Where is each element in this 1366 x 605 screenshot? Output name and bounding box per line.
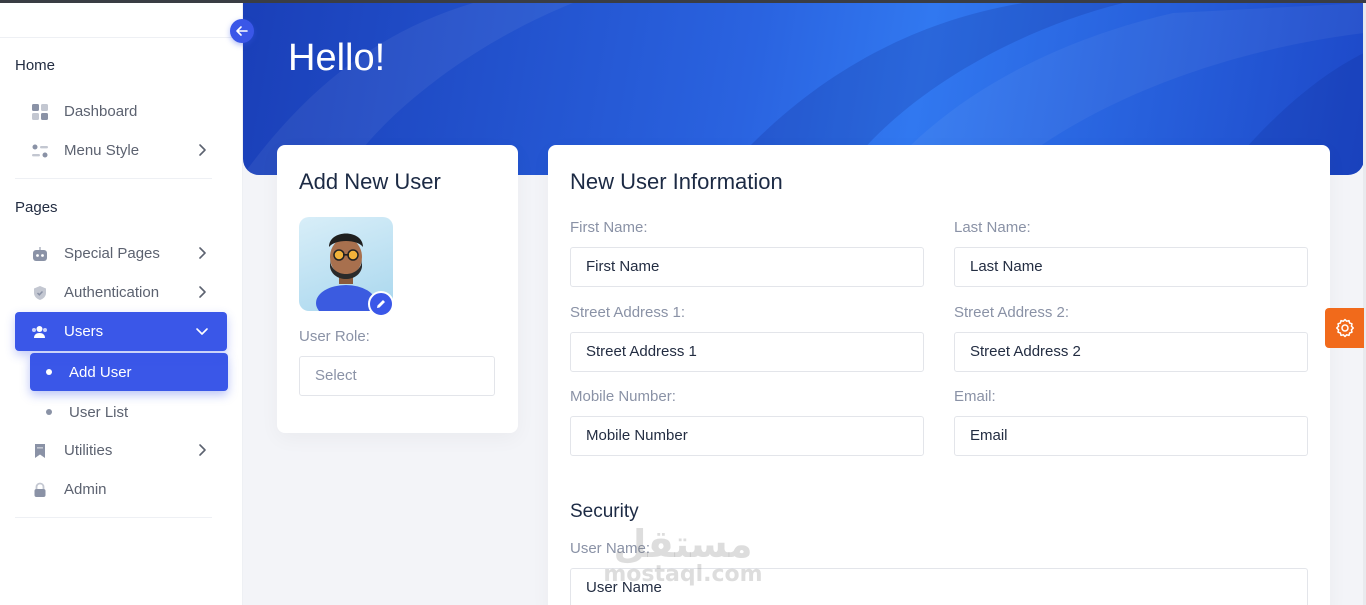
sidebar-collapse-button[interactable]	[230, 19, 254, 43]
shield-icon	[31, 284, 48, 301]
page-title: Hello!	[288, 37, 386, 79]
sidebar-item-label: Menu Style	[64, 142, 140, 159]
user-role-label: User Role:	[299, 328, 370, 345]
sidebar-item-admin[interactable]: Admin	[15, 470, 227, 509]
pencil-icon	[377, 300, 385, 308]
sidebar-subitem-label: Add User	[69, 363, 132, 381]
street-address-1-label: Street Address 1:	[570, 304, 686, 321]
card-title: New User Information	[570, 169, 783, 194]
sidebar-item-label: Users	[64, 323, 104, 340]
window-top-strip	[0, 0, 1366, 3]
sidebar-item-menu-style[interactable]: Menu Style	[15, 131, 227, 170]
grid-icon	[31, 103, 48, 120]
sidebar-subitem-label: User List	[69, 403, 129, 421]
sidebar-item-users[interactable]: Users	[15, 312, 227, 351]
watermark-latin: mostaql.com	[603, 562, 763, 587]
users-icon	[31, 323, 48, 340]
gear-icon	[1335, 318, 1354, 338]
bookmark-icon	[31, 442, 48, 459]
card-title: Add New User	[299, 169, 441, 194]
bullet-dot	[46, 369, 52, 375]
chevron-right-icon	[199, 247, 206, 259]
sliders-icon	[31, 142, 48, 159]
sidebar-logo-area	[0, 0, 242, 38]
security-section-title: Security	[570, 501, 639, 522]
sidebar-subitem-add-user[interactable]: Add User	[30, 353, 228, 391]
robot-icon	[31, 245, 48, 262]
email-field[interactable]: Email	[954, 416, 1308, 456]
chevron-down-icon	[196, 328, 208, 335]
sidebar-section-pages: Pages	[15, 199, 58, 216]
sidebar: Home Dashboard Menu Style Pages Special …	[0, 0, 243, 605]
sidebar-item-utilities[interactable]: Utilities	[15, 431, 227, 470]
add-user-card: Add New User User Role: Select	[277, 145, 518, 433]
street-address-1-field[interactable]: Street Address 1	[570, 332, 924, 372]
lock-icon	[31, 481, 48, 498]
settings-button[interactable]	[1325, 308, 1364, 348]
street-address-2-field[interactable]: Street Address 2	[954, 332, 1308, 372]
sidebar-item-label: Admin	[64, 481, 107, 498]
edit-avatar-button[interactable]	[368, 291, 394, 317]
sidebar-more-menu: Utilities Admin	[0, 431, 242, 509]
sidebar-item-label: Authentication	[64, 284, 160, 301]
user-role-select[interactable]: Select	[299, 356, 495, 396]
email-label: Email:	[954, 388, 996, 405]
first-name-field[interactable]: First Name	[570, 247, 924, 287]
chevron-right-icon	[199, 286, 206, 298]
sidebar-divider	[15, 517, 212, 518]
sidebar-subitem-user-list[interactable]: User List	[30, 393, 228, 431]
mobile-number-field[interactable]: Mobile Number	[570, 416, 924, 456]
watermark-arabic: مستقل	[613, 522, 753, 566]
sidebar-item-special-pages[interactable]: Special Pages	[15, 234, 227, 273]
sidebar-pages-menu: Special Pages Authentication Users	[0, 234, 242, 351]
mobile-number-label: Mobile Number:	[570, 388, 676, 405]
sidebar-item-label: Special Pages	[64, 245, 160, 262]
last-name-label: Last Name:	[954, 219, 1031, 236]
chevron-right-icon	[199, 144, 206, 156]
last-name-field[interactable]: Last Name	[954, 247, 1308, 287]
chevron-right-icon	[199, 444, 206, 456]
street-address-2-label: Street Address 2:	[954, 304, 1070, 321]
sidebar-home-menu: Dashboard Menu Style	[0, 92, 242, 170]
arrow-left-icon	[236, 26, 248, 36]
sidebar-item-label: Utilities	[64, 442, 113, 459]
bullet-dot	[46, 409, 52, 415]
sidebar-item-authentication[interactable]: Authentication	[15, 273, 227, 312]
sidebar-item-label: Dashboard	[64, 103, 138, 120]
sidebar-section-home: Home	[15, 57, 56, 74]
sidebar-item-dashboard[interactable]: Dashboard	[15, 92, 227, 131]
watermark: مستقل mostaql.com	[598, 522, 768, 594]
first-name-label: First Name:	[570, 219, 648, 236]
